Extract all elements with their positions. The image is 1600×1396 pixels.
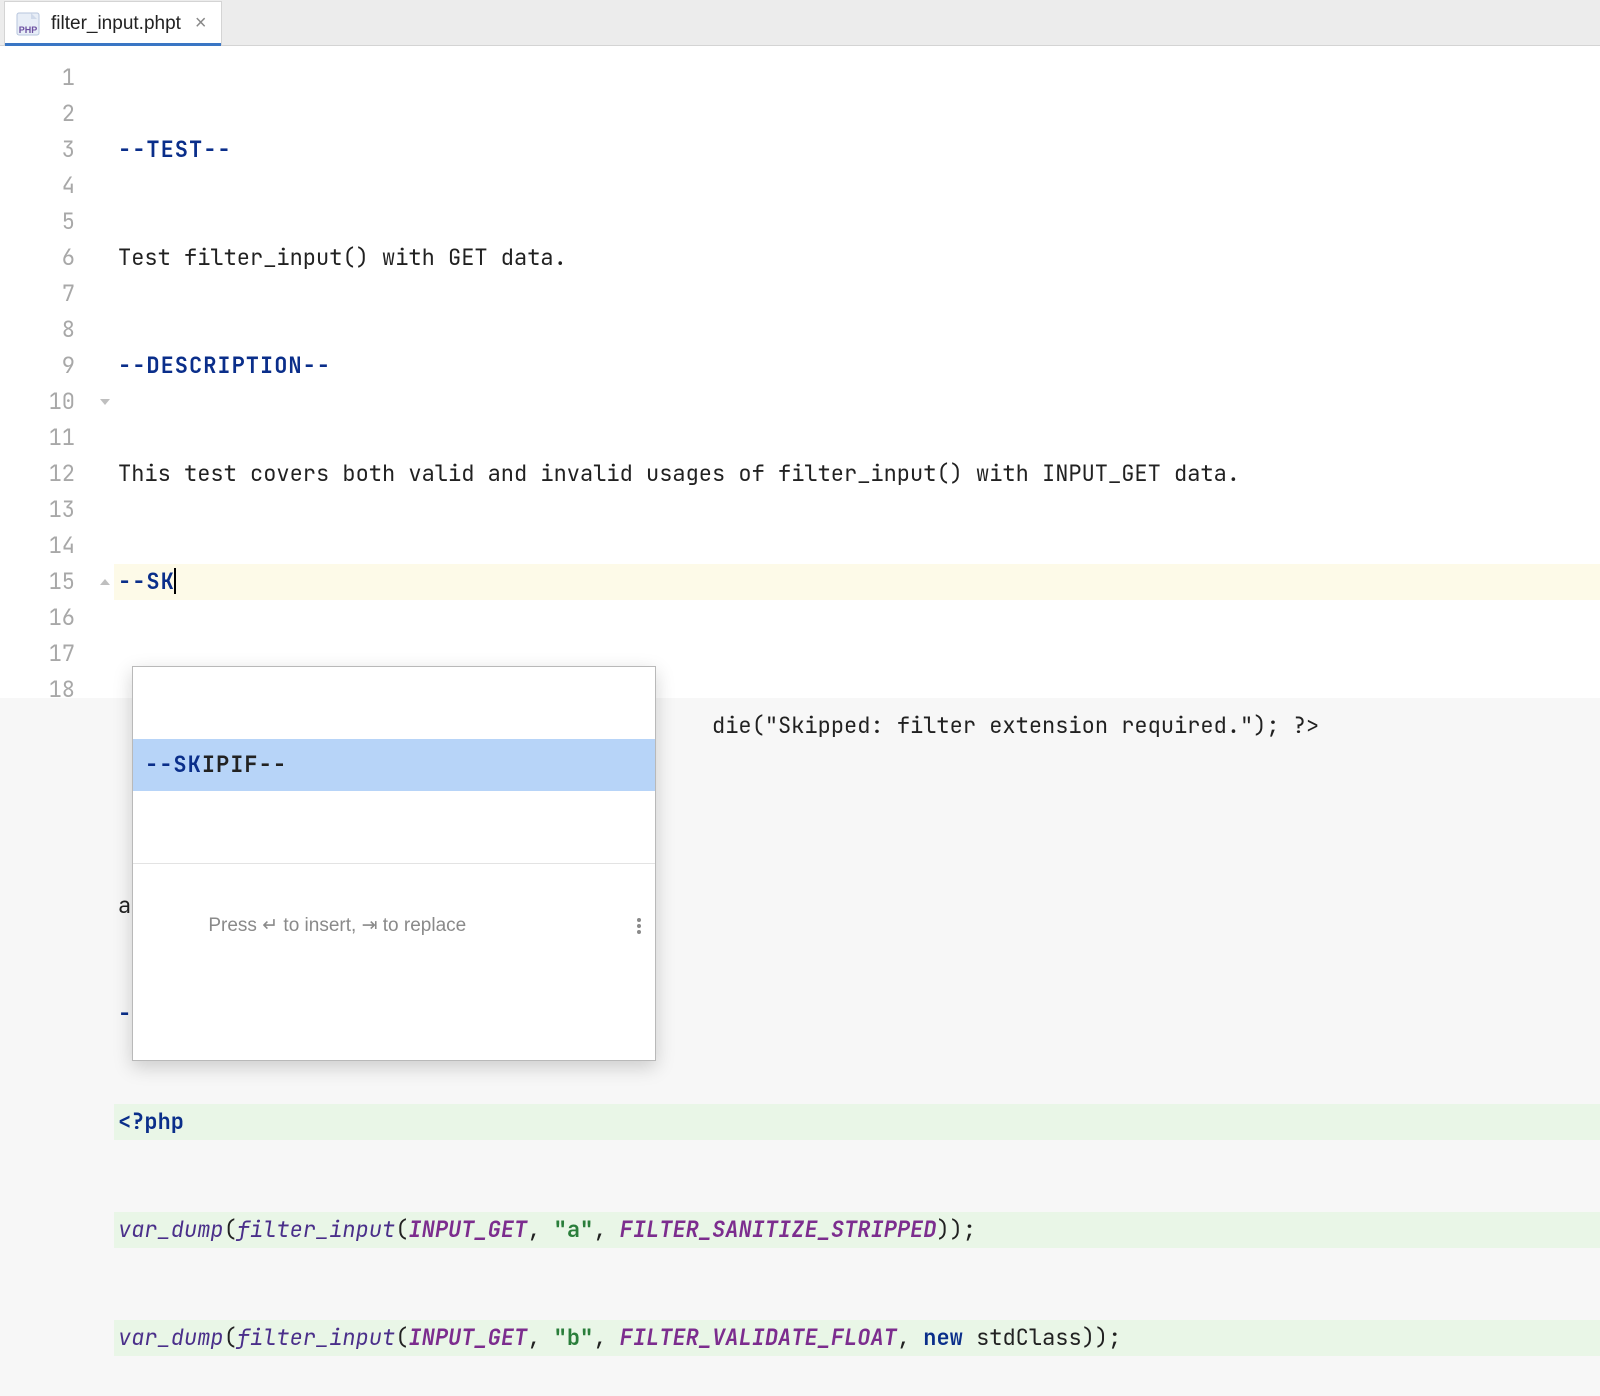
close-tab-icon[interactable]: ×	[195, 12, 207, 35]
line-number: 4	[0, 168, 75, 204]
section-header-description: --DESCRIPTION--	[118, 351, 331, 380]
file-tab-label: filter_input.phpt	[51, 13, 181, 35]
line-number: 10	[0, 384, 75, 420]
line-number: 11	[0, 420, 75, 456]
line-number: 15	[0, 564, 75, 600]
section-header-test: --TEST--	[118, 135, 232, 164]
php-file-icon: PHP	[15, 11, 41, 37]
line-number: 6	[0, 240, 75, 276]
line-number: 17	[0, 636, 75, 672]
line-number: 1	[0, 60, 75, 96]
code-line: --DESCRIPTION--	[114, 348, 1600, 384]
editor-tab-bar: PHP filter_input.phpt ×	[0, 0, 1600, 46]
code-line: var_dump(filter_input(INPUT_GET, "b", FI…	[114, 1320, 1600, 1356]
fold-column	[98, 46, 112, 698]
line-number: 16	[0, 600, 75, 636]
line-number: 2	[0, 96, 75, 132]
fold-close-icon[interactable]	[98, 564, 112, 600]
fold-open-icon[interactable]	[98, 384, 112, 420]
tab-key-icon: ⇥	[362, 915, 378, 936]
code-area[interactable]: --TEST-- Test filter_input() with GET da…	[112, 46, 1600, 698]
code-editor[interactable]: 1 2 3 4 5 6 7 8 9 10 11 12 13 14 15 16 1…	[0, 46, 1600, 698]
file-tab[interactable]: PHP filter_input.phpt ×	[4, 1, 222, 45]
completion-hint: Press ↵ to insert, ⇥ to replace	[133, 863, 655, 988]
line-number: 9	[0, 348, 75, 384]
code-line: --TEST--	[114, 132, 1600, 168]
code-line: <?php	[114, 1104, 1600, 1140]
enter-key-icon: ↵	[262, 915, 278, 936]
line-number: 13	[0, 492, 75, 528]
code-line: <?php if (!extension_loaded('filter')) d…	[114, 672, 1600, 708]
line-number: 8	[0, 312, 75, 348]
line-number: 18	[0, 672, 75, 708]
more-options-icon[interactable]	[637, 918, 641, 934]
line-number: 5	[0, 204, 75, 240]
line-number: 7	[0, 276, 75, 312]
code-line: var_dump(filter_input(INPUT_GET, "a", FI…	[114, 1212, 1600, 1248]
code-line: This test covers both valid and invalid …	[114, 456, 1600, 492]
svg-text:PHP: PHP	[19, 25, 38, 35]
line-number-gutter: 1 2 3 4 5 6 7 8 9 10 11 12 13 14 15 16 1…	[0, 46, 98, 698]
code-line: Test filter_input() with GET data.	[114, 240, 1600, 276]
completion-item[interactable]: --SKIPIF--	[133, 739, 655, 791]
code-line-current: --SK	[114, 564, 1600, 600]
line-number: 14	[0, 528, 75, 564]
code-completion-popup[interactable]: --SKIPIF-- Press ↵ to insert, ⇥ to repla…	[132, 666, 656, 1061]
text-caret	[174, 568, 176, 594]
line-number: 12	[0, 456, 75, 492]
line-number: 3	[0, 132, 75, 168]
